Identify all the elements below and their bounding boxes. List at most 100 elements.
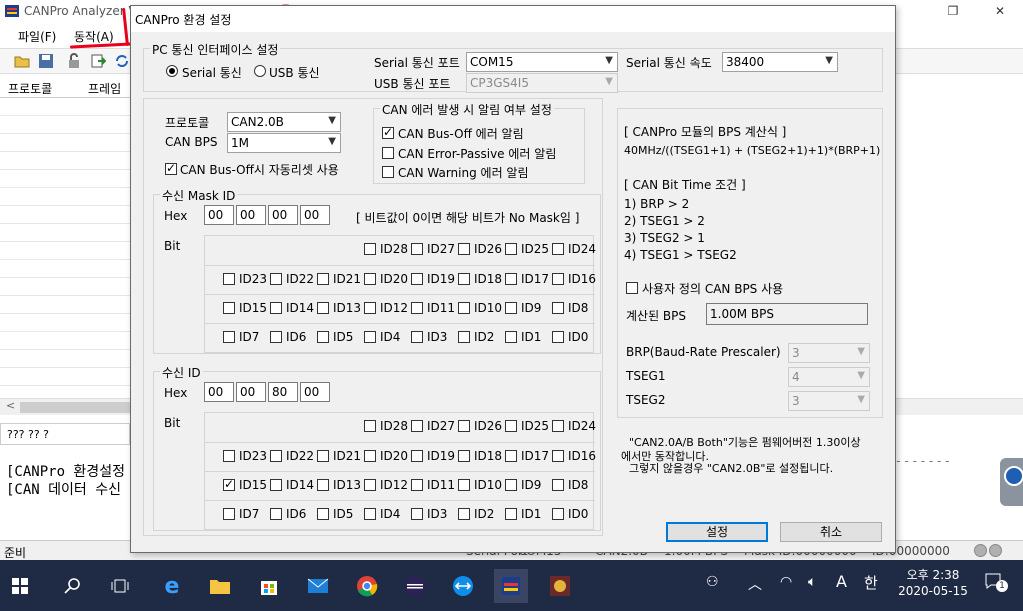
people-icon[interactable]: ⚇	[706, 574, 719, 590]
close-button[interactable]: ✕	[977, 0, 1023, 22]
message-grid[interactable]	[0, 98, 130, 398]
serial-radio-label[interactable]: Serial 통신	[182, 64, 242, 81]
rx-bit-checkbox[interactable]	[364, 508, 376, 520]
mask-bit-checkbox[interactable]	[505, 302, 517, 314]
mask-bit-checkbox[interactable]	[505, 243, 517, 255]
mask-hex-2[interactable]: 00	[268, 205, 298, 225]
open-folder-icon[interactable]	[14, 53, 30, 69]
rx-bit-checkbox[interactable]	[317, 508, 329, 520]
eclipse-icon[interactable]	[398, 569, 432, 603]
mask-bit-checkbox[interactable]	[411, 243, 423, 255]
chevron-up-icon[interactable]: ︿	[748, 574, 762, 594]
custom-bps-label[interactable]: 사용자 정의 CAN BPS 사용	[642, 280, 783, 297]
cancel-button[interactable]: 취소	[780, 522, 882, 542]
search-icon[interactable]	[56, 569, 90, 603]
canpro-taskbar-icon[interactable]	[494, 569, 528, 603]
scroll-thumb[interactable]	[20, 402, 132, 413]
mask-bit-checkbox[interactable]	[411, 273, 423, 285]
rx-hex-2[interactable]: 80	[268, 382, 298, 402]
rx-hex-1[interactable]: 00	[236, 382, 266, 402]
chrome-icon[interactable]	[350, 569, 384, 603]
remote-support-widget[interactable]	[1000, 458, 1023, 506]
protocol-select[interactable]: CAN2.0B ▼	[227, 112, 341, 132]
mask-bit-checkbox[interactable]	[458, 243, 470, 255]
rx-bit-checkbox[interactable]	[552, 450, 564, 462]
filter-field[interactable]: ??? ?? ?	[0, 423, 130, 445]
bps-select[interactable]: 1M ▼	[227, 133, 341, 153]
save-icon[interactable]	[38, 53, 54, 69]
usb-radio[interactable]	[254, 65, 266, 77]
rx-bit-checkbox[interactable]	[505, 479, 517, 491]
rx-bit-checkbox[interactable]	[411, 420, 423, 432]
mask-bit-checkbox[interactable]	[552, 273, 564, 285]
mask-hex-0[interactable]: 00	[204, 205, 234, 225]
mask-bit-checkbox[interactable]	[270, 302, 282, 314]
warning-checkbox[interactable]	[382, 166, 394, 178]
usb-radio-label[interactable]: USB 통신	[269, 64, 320, 81]
wifi-icon[interactable]: ◠	[780, 574, 792, 590]
maximize-button[interactable]: ❐	[930, 0, 976, 22]
custom-bps-checkbox[interactable]	[626, 282, 638, 294]
grid-col-protocol[interactable]: 프로토콜	[8, 80, 52, 97]
scroll-left-arrow-icon[interactable]: <	[6, 399, 15, 412]
rx-bit-checkbox[interactable]	[505, 450, 517, 462]
mask-bit-checkbox[interactable]	[411, 331, 423, 343]
rx-hex-3[interactable]: 00	[300, 382, 330, 402]
rx-bit-checkbox[interactable]	[505, 420, 517, 432]
busoff-checkbox[interactable]	[382, 125, 394, 139]
export-icon[interactable]	[90, 53, 106, 69]
unlock-icon[interactable]	[66, 53, 82, 69]
usb-port-select[interactable]: CP3GS4I5 ▼	[466, 73, 618, 93]
mask-bit-checkbox[interactable]	[552, 243, 564, 255]
mask-hex-1[interactable]: 00	[236, 205, 266, 225]
game-app-icon[interactable]	[543, 569, 577, 603]
mask-bit-checkbox[interactable]	[552, 302, 564, 314]
rx-bit-checkbox[interactable]	[270, 479, 282, 491]
language-indicator[interactable]: 한	[864, 572, 878, 593]
rx-bit-checkbox[interactable]	[552, 508, 564, 520]
rx-bit-checkbox[interactable]	[317, 450, 329, 462]
rx-bit-checkbox[interactable]	[552, 479, 564, 491]
rx-bit-checkbox[interactable]	[270, 450, 282, 462]
mask-bit-checkbox[interactable]	[223, 331, 235, 343]
rx-bit-checkbox[interactable]	[364, 450, 376, 462]
task-view-icon[interactable]	[103, 569, 137, 603]
mask-bit-checkbox[interactable]	[364, 331, 376, 343]
mask-bit-checkbox[interactable]	[458, 302, 470, 314]
edge-browser-icon[interactable]: e	[155, 569, 189, 603]
rx-bit-checkbox[interactable]	[223, 450, 235, 462]
tseg2-select[interactable]: 3 ▼	[788, 391, 870, 411]
rx-bit-checkbox[interactable]	[223, 508, 235, 520]
rx-bit-checkbox[interactable]	[458, 508, 470, 520]
mask-bit-checkbox[interactable]	[317, 331, 329, 343]
rx-bit-checkbox[interactable]	[364, 479, 376, 491]
mask-bit-checkbox[interactable]	[505, 273, 517, 285]
warning-label[interactable]: CAN Warning 에러 알림	[398, 164, 529, 181]
rx-bit-checkbox[interactable]	[505, 508, 517, 520]
rx-bit-checkbox[interactable]	[270, 508, 282, 520]
mask-bit-checkbox[interactable]	[364, 302, 376, 314]
windows-start-icon[interactable]	[3, 569, 37, 603]
mail-icon[interactable]	[301, 569, 335, 603]
rx-bit-checkbox[interactable]	[364, 420, 376, 432]
ime-mode[interactable]: A	[836, 572, 847, 591]
serial-radio[interactable]	[166, 65, 178, 77]
mask-bit-checkbox[interactable]	[458, 331, 470, 343]
mask-bit-checkbox[interactable]	[458, 273, 470, 285]
menu-action[interactable]: 동작(A)	[74, 28, 114, 45]
rx-bit-checkbox[interactable]	[411, 508, 423, 520]
ok-button[interactable]: 설정	[666, 522, 768, 542]
mask-bit-checkbox[interactable]	[505, 331, 517, 343]
mask-bit-checkbox[interactable]	[411, 302, 423, 314]
autoreset-checkbox[interactable]	[165, 161, 177, 175]
rx-hex-0[interactable]: 00	[204, 382, 234, 402]
rx-bit-checkbox[interactable]	[458, 450, 470, 462]
store-icon[interactable]	[252, 569, 286, 603]
baud-select[interactable]: 38400 ▼	[722, 52, 838, 72]
rx-bit-checkbox[interactable]	[317, 479, 329, 491]
rx-bit-checkbox[interactable]	[223, 477, 235, 491]
mask-bit-checkbox[interactable]	[270, 331, 282, 343]
menu-file[interactable]: 파일(F)	[18, 28, 56, 45]
rx-bit-checkbox[interactable]	[411, 479, 423, 491]
volume-icon[interactable]: 🔈︎	[808, 574, 816, 590]
